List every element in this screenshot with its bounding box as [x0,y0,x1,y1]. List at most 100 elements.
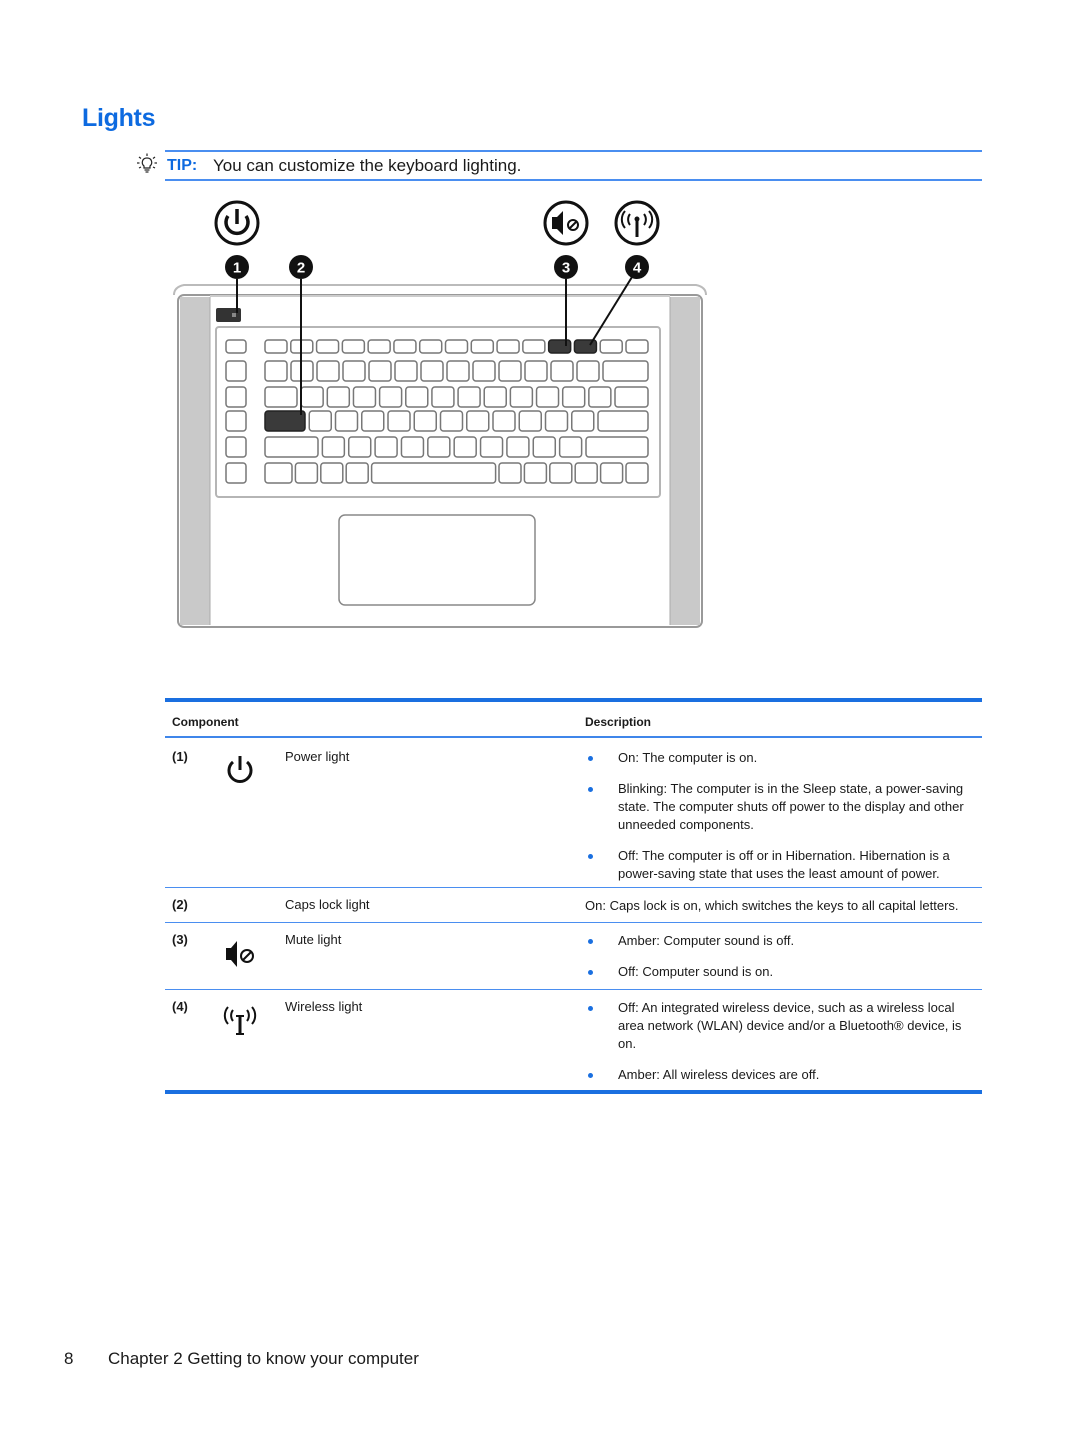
keyboard-key [472,360,496,382]
keyboard-key [524,360,548,382]
keyboard-key [342,360,366,382]
svg-text:4: 4 [633,260,642,277]
keyboard-key [321,436,346,458]
row-number: (2) [172,897,188,912]
keyboard-key [427,436,451,458]
keyboard-key [532,436,557,458]
keyboard-key [308,410,332,432]
keyboard-key [496,339,520,354]
keyboard-key [352,386,377,408]
keyboard-key [264,386,298,408]
keyboard-key [264,339,288,354]
keyboard-key [374,436,398,458]
keyboard-key [315,339,340,354]
keyboard-key [466,410,490,432]
row-number: (3) [172,932,188,947]
keyboard-key [316,360,340,382]
keyboard-key [561,386,586,408]
description-bullet: Off: An integrated wireless device, such… [585,999,975,1053]
keyboard-key [453,436,477,458]
keyboard-key [614,386,649,408]
keyboard-key [294,462,319,484]
section-heading: Lights [82,104,156,132]
side-key [225,386,247,408]
description: Off: An integrated wireless device, such… [585,999,975,1097]
description-bullet: Amber: Computer sound is off. [585,932,975,950]
mute-key [547,339,572,354]
svg-text:2: 2 [297,260,305,277]
side-key [225,360,247,382]
keyboard-key [550,360,574,382]
keyboard-key [394,360,418,382]
keyboard-key [479,436,504,458]
keyboard-key [431,386,455,408]
wireless-key [573,339,598,354]
svg-text:3: 3 [562,260,570,277]
keyboard-key [574,462,598,484]
keyboard-key [367,339,391,354]
diagram-wireless-icon [614,200,660,246]
table-row: (4) Wireless light Off: An integrated wi… [165,990,982,1094]
keyboard-key [326,386,351,408]
keyboard-key [320,462,344,484]
keyboard-key [571,410,595,432]
keyboard-key [370,462,497,484]
component-name: Caps lock light [285,897,370,912]
table-row: (1) Power light On: The computer is on. … [165,738,982,888]
keyboard-key [341,339,366,354]
description-bullet: Amber: All wireless devices are off. [585,1066,975,1084]
keyboard-key [625,339,649,354]
keyboard-key [470,339,495,354]
keyboard-key [444,339,469,354]
tip-box: TIP: You can customize the keyboard ligh… [165,150,982,181]
keyboard-key [334,410,359,432]
side-key [225,410,247,432]
side-key [225,462,247,484]
diagram-power-icon [214,200,260,246]
description: On: The computer is on. Blinking: The co… [585,749,975,896]
lightbulb-icon [137,153,157,173]
tip-callout: TIP: You can customize the keyboard ligh… [136,150,982,181]
keyboard-key [599,339,623,354]
keyboard-key [457,386,481,408]
side-key [225,436,247,458]
keyboard-key [602,360,649,382]
description: On: Caps lock is on, which switches the … [585,898,959,913]
description-bullet: Off: The computer is off or in Hibernati… [585,847,975,883]
component-name: Mute light [285,932,342,947]
keyboard-key [492,410,516,432]
keyboard-key [264,360,288,382]
keyboard-key [544,410,569,432]
wireless-icon [223,1006,257,1035]
description-bullet: Blinking: The computer is in the Sleep s… [585,780,975,834]
side-key [225,339,247,354]
lights-table: Component Description (1) Power light On… [165,698,982,1094]
row-number: (1) [172,749,188,764]
keyboard-key [300,386,324,408]
keyboard-key [498,462,522,484]
diagram-mute-icon [543,200,589,246]
keyboard-key [576,360,600,382]
keyboard-key [558,436,583,458]
keyboard-key [498,360,522,382]
caps-lock-key [264,410,306,432]
description-bullet: Off: Computer sound is on. [585,963,975,981]
keyboard-key [264,462,293,484]
svg-text:1: 1 [233,260,241,277]
component-name: Power light [285,749,350,764]
header-component: Component [172,715,239,729]
keyboard-key [522,339,546,354]
keyboard-key [483,386,507,408]
page-number: 8 [64,1349,74,1368]
chapter-title: Chapter 2 Getting to know your computer [108,1349,419,1368]
description: Amber: Computer sound is off. Off: Compu… [585,932,975,994]
power-icon [227,756,253,783]
keyboard-key [446,360,470,382]
keyboard-key [599,462,624,484]
row-number: (4) [172,999,188,1014]
description-bullet: On: The computer is on. [585,749,975,767]
table-row: (3) Mute light Amber: Computer sound is … [165,923,982,990]
keyboard-key [264,436,319,458]
keyboard-key [345,462,369,484]
keyboard-key [368,360,392,382]
